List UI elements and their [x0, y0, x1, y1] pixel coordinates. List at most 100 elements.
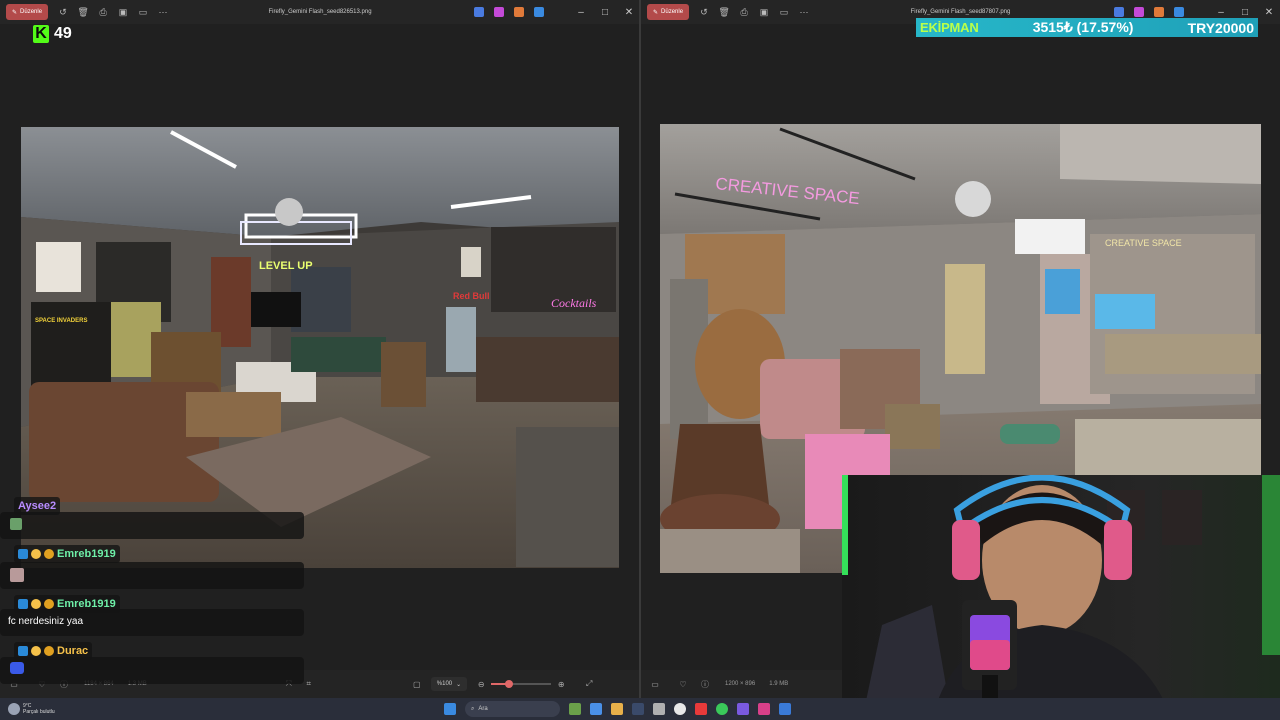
moon-badge-icon — [31, 646, 41, 656]
search-placeholder: Ara — [478, 706, 488, 712]
youtube-icon[interactable] — [695, 703, 707, 715]
app-icon-4[interactable] — [534, 7, 544, 17]
subscriber-badge-icon — [18, 549, 28, 559]
app-icon-4[interactable] — [1174, 7, 1184, 17]
webcam-image — [842, 475, 1280, 720]
edit-button-right[interactable]: ✎ Düzenle — [647, 4, 690, 20]
zoom-slider[interactable] — [491, 680, 552, 688]
delete-icon[interactable]: 🗑 — [717, 5, 731, 19]
fullscreen-view-icon[interactable]: ▢ — [411, 678, 423, 690]
zoom-select[interactable]: %100 ⌄ — [430, 677, 468, 691]
space-invaders-label: SPACE INVADERS — [35, 318, 87, 324]
crop-icon[interactable]: ⌗ — [303, 678, 315, 690]
rotate-icon[interactable]: ↺ — [56, 5, 70, 19]
chat-text: fc nerdesiniz yaa — [8, 616, 84, 627]
image-icon[interactable]: ▣ — [116, 5, 130, 19]
app-icon-3[interactable] — [1154, 7, 1164, 17]
coin-badge-icon — [44, 599, 54, 609]
filmstrip-icon[interactable]: ▭ — [649, 678, 661, 690]
donation-goal-bar: EKİPMAN 3515₺ (17.57%) TRY20000 — [916, 18, 1258, 37]
chat-message: Emreb1919 — [14, 545, 120, 563]
file-name: Firefly_Gemini Flash_seed87807.png — [910, 9, 1011, 15]
subscriber-badge-icon — [18, 646, 28, 656]
neon-cocktails: Cocktails — [551, 296, 597, 310]
taskbar-search[interactable]: ⌕ Ara — [465, 701, 560, 717]
chat-bubble — [0, 512, 304, 539]
chevron-down-icon: ⌄ — [456, 681, 462, 688]
moon-badge-icon — [31, 549, 41, 559]
viewer-count: 49 — [54, 25, 72, 42]
chat-bubble: fc nerdesiniz yaa — [0, 609, 304, 636]
close-icon[interactable]: ✕ — [1264, 7, 1274, 18]
rotate-icon[interactable]: ↺ — [697, 5, 711, 19]
coin-badge-icon — [44, 646, 54, 656]
neon-level-up: LEVEL UP — [259, 260, 313, 272]
file-explorer-icon[interactable] — [611, 703, 623, 715]
app-icon-1[interactable] — [1114, 7, 1124, 17]
slideshow-icon[interactable]: ▭ — [777, 5, 791, 19]
close-icon[interactable]: ✕ — [624, 7, 634, 18]
more-icon[interactable]: ⋯ — [156, 5, 170, 19]
photo-viewer-left: ✎ Düzenle ↺ 🗑 ⎙ ▣ ▭ ⋯ Firefly_Gemini Fla… — [0, 0, 640, 698]
print-icon[interactable]: ⎙ — [96, 5, 110, 19]
start-icon[interactable] — [444, 703, 456, 715]
titlebar-left: ✎ Düzenle ↺ 🗑 ⎙ ▣ ▭ ⋯ Firefly_Gemini Fla… — [0, 0, 640, 24]
chrome-icon[interactable] — [674, 703, 686, 715]
cloud-icon — [8, 703, 20, 715]
red-bull-sign: Red Bull — [453, 291, 490, 301]
maximize-icon[interactable]: □ — [1240, 7, 1250, 18]
minimize-icon[interactable]: – — [1216, 7, 1226, 18]
photos-icon[interactable] — [779, 703, 791, 715]
username-text: Aysee2 — [18, 500, 57, 512]
app-icon-c[interactable] — [758, 703, 770, 715]
edit-button-left[interactable]: ✎ Düzenle — [6, 4, 49, 20]
zoom-value: %100 — [436, 681, 453, 687]
image-icon[interactable]: ▣ — [757, 5, 771, 19]
app-icon-3[interactable] — [514, 7, 524, 17]
weather-widget[interactable]: 9°C Parçalı bulutlu — [8, 703, 55, 715]
edit-label: Düzenle — [661, 9, 684, 15]
neon-creative-space-2: CREATIVE SPACE — [1105, 238, 1182, 248]
goal-target: TRY20000 — [1187, 19, 1254, 36]
zoom-out-icon[interactable]: ⊖ — [475, 678, 487, 690]
zoom-in-icon[interactable]: ⊕ — [555, 678, 567, 690]
delete-icon[interactable]: 🗑 — [76, 5, 90, 19]
goal-name: EKİPMAN — [920, 20, 979, 35]
file-size: 1.9 MB — [769, 681, 789, 687]
edit-icon: ✎ — [653, 9, 659, 16]
app-icon-2[interactable] — [1134, 7, 1144, 17]
app-icon-2[interactable] — [494, 7, 504, 17]
discord-icon[interactable] — [737, 703, 749, 715]
game-room-image: LEVEL UP Cocktails Red Bull SPACE INVADE… — [21, 127, 619, 568]
info-icon[interactable]: ⓘ — [699, 678, 711, 690]
app-icon-a[interactable] — [632, 703, 644, 715]
file-name: Firefly_Gemini Flash_seed826513.png — [268, 9, 372, 15]
more-icon[interactable]: ⋯ — [797, 5, 811, 19]
app-icon-1[interactable] — [474, 7, 484, 17]
app-icon-b[interactable] — [653, 703, 665, 715]
moon-badge-icon — [31, 599, 41, 609]
kick-logo-icon: K — [33, 25, 49, 43]
expand-icon[interactable]: ⤢ — [583, 678, 595, 690]
taskbar-center: ⌕ Ara — [444, 701, 791, 717]
goal-progress: 3515₺ (17.57%) — [1032, 19, 1134, 35]
minimize-icon[interactable]: – — [576, 7, 586, 18]
edge-icon[interactable] — [590, 703, 602, 715]
subscriber-badge-icon — [18, 599, 28, 609]
weather-desc: Parçalı bulutlu — [23, 709, 55, 715]
search-icon: ⌕ — [471, 705, 475, 712]
widgets-icon[interactable] — [569, 703, 581, 715]
taskbar: 9°C Parçalı bulutlu ⌕ Ara — [0, 698, 1280, 720]
chat-bubble — [0, 657, 304, 684]
heart-icon[interactable]: ♡ — [677, 678, 689, 690]
username-text: Emreb1919 — [57, 548, 116, 560]
image-dimensions: 1200 × 896 — [725, 681, 756, 687]
slideshow-icon[interactable]: ▭ — [136, 5, 150, 19]
whatsapp-icon[interactable] — [716, 703, 728, 715]
emote-icon — [10, 662, 24, 674]
print-icon[interactable]: ⎙ — [737, 5, 751, 19]
screen: ✎ Düzenle ↺ 🗑 ⎙ ▣ ▭ ⋯ Firefly_Gemini Fla… — [0, 0, 1280, 720]
emote-icon — [10, 568, 24, 582]
coin-badge-icon — [44, 549, 54, 559]
maximize-icon[interactable]: □ — [600, 7, 610, 18]
